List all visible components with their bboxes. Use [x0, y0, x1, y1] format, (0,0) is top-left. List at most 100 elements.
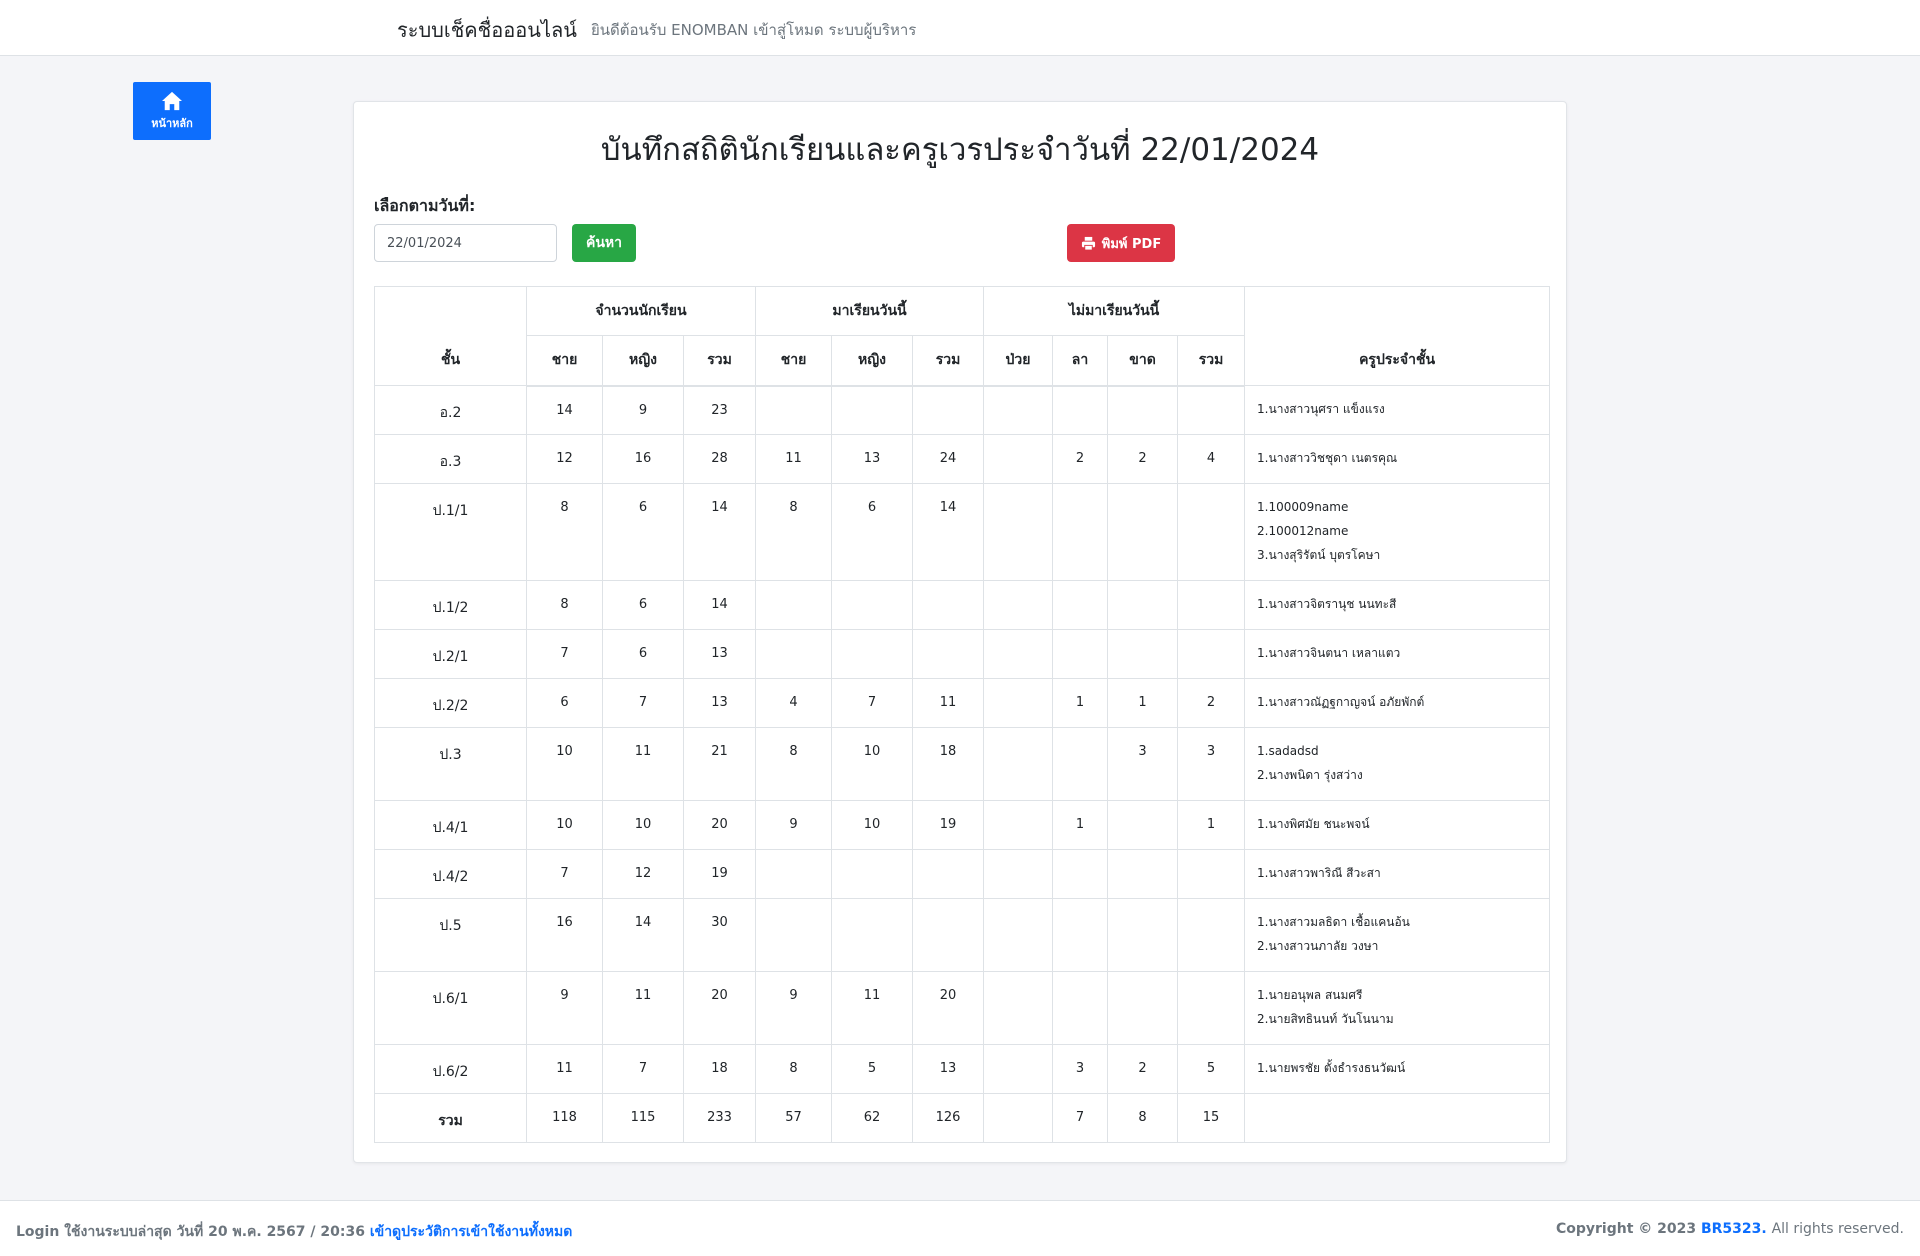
top-navbar: ระบบเช็คชื่อออนไลน์ ยินดีต้อนรับ ENOMBAN… [0, 0, 1920, 56]
cell-students-male: 10 [526, 800, 603, 850]
teacher-name: 1.นางสาวพาริณี สีวะสา [1257, 866, 1381, 880]
teacher-name: 1.นางพิศมัย ชนะพจน์ [1257, 817, 1370, 831]
printer-icon [1081, 236, 1095, 251]
teacher-name: 1.นายอนุพล สนมศรี [1257, 988, 1363, 1002]
cell-students-male: 14 [526, 385, 603, 435]
cell-teachers: 1.นางสาวจิตรานุช นนทะสี [1244, 580, 1551, 630]
cell-present-male: 4 [755, 678, 832, 728]
cell-absent-leave: 3 [1052, 1044, 1109, 1094]
teacher-name: 1.นางสาวจิตรานุช นนทะสี [1257, 597, 1397, 611]
rights-text: All rights reserved. [1771, 1221, 1904, 1237]
teacher-name: 3.นางสุริรัตน์ บุตรโคษา [1257, 548, 1381, 562]
cell-present-male: 8 [755, 727, 832, 801]
cell-absent-total [1177, 629, 1246, 679]
cell-absent-missing: 2 [1107, 1044, 1179, 1094]
teacher-name: 2.นายสิทธินนท์ วันโนนาม [1257, 1012, 1394, 1026]
total-present-female: 62 [831, 1093, 913, 1143]
cell-absent-total [1177, 849, 1246, 899]
table-row: ป.1/2 8 6 14 1.นางสาวจิตรานุช นนทะสี [374, 580, 1551, 630]
cell-students-male: 7 [526, 849, 603, 899]
cell-absent-total: 5 [1177, 1044, 1246, 1094]
cell-teachers: 1.นายพรชัย ตั้งธำรงธนวัฒน์ [1244, 1044, 1551, 1094]
header-absent-total: รวม [1177, 335, 1246, 387]
cell-present-female [831, 629, 913, 679]
table-row: อ.2 14 9 23 1.นางสาวนุศรา แข็งแรง [374, 385, 1551, 435]
cell-present-male: 11 [755, 434, 832, 484]
cell-present-female: 5 [831, 1044, 913, 1094]
table-row: ป.4/2 7 12 19 1.นางสาวพาริณี สีวะสา [374, 849, 1551, 899]
cell-students-total: 20 [683, 971, 756, 1045]
cell-absent-sick [983, 580, 1054, 630]
cell-present-total: 20 [911, 971, 985, 1045]
cell-teachers: 1.นางสาววิชชุดา เนตรคุณ [1244, 434, 1551, 484]
cell-present-male: 9 [755, 971, 832, 1045]
cell-students-male: 16 [526, 898, 603, 972]
cell-present-total [911, 898, 985, 972]
cell-students-total: 28 [683, 434, 756, 484]
login-history-link[interactable]: เข้าดูประวัติการเข้าใช้งานทั้งหมด [370, 1224, 572, 1240]
cell-present-female: 10 [831, 727, 913, 801]
cell-present-total [911, 385, 985, 435]
cell-class: อ.3 [374, 434, 527, 484]
cell-students-total: 13 [683, 629, 756, 679]
print-pdf-button[interactable]: พิมพ์ PDF [1067, 224, 1175, 262]
footer: Login ใช้งานระบบล่าสุด วันที่ 20 พ.ค. 25… [0, 1200, 1920, 1256]
cell-present-male [755, 629, 832, 679]
company-link[interactable]: BR5323. [1701, 1221, 1767, 1237]
cell-absent-sick [983, 678, 1054, 728]
cell-teachers: 1.นายอนุพล สนมศรี 2.นายสิทธินนท์ วันโนนาม [1244, 971, 1551, 1045]
teacher-name: 1.sadadsd [1257, 744, 1319, 758]
teacher-name: 1.นางสาวณัฏฐกาญจน์ อภัยพักต์ [1257, 695, 1425, 709]
cell-absent-total: 2 [1177, 678, 1246, 728]
search-button[interactable]: ค้นหา [572, 224, 636, 262]
cell-absent-total [1177, 580, 1246, 630]
brand-title[interactable]: ระบบเช็คชื่อออนไลน์ [397, 14, 577, 46]
cell-students-total: 18 [683, 1044, 756, 1094]
header-present-male: ชาย [755, 335, 832, 387]
cell-absent-total: 4 [1177, 434, 1246, 484]
cell-absent-sick [983, 727, 1054, 801]
header-students: จำนวนนักเรียน [526, 286, 756, 336]
date-input[interactable] [374, 224, 557, 262]
footer-copyright: Copyright © 2023 BR5323. All rights rese… [1556, 1221, 1904, 1237]
cell-absent-total [1177, 385, 1246, 435]
teacher-name: 2.นางสาวนภาลัย วงษา [1257, 939, 1379, 953]
cell-students-male: 8 [526, 483, 603, 581]
cell-absent-missing [1107, 629, 1179, 679]
cell-students-total: 21 [683, 727, 756, 801]
table-row: ป.4/1 10 10 20 9 10 19 1 1 1.นางพิศมัย ชนะพจน์ [374, 800, 1551, 850]
cell-class: ป.6/2 [374, 1044, 527, 1094]
cell-class: ป.2/2 [374, 678, 527, 728]
cell-absent-sick [983, 971, 1054, 1045]
cell-students-female: 16 [602, 434, 684, 484]
cell-absent-total [1177, 483, 1246, 581]
table-row: ป.5 16 14 30 1.นางสาวมลธิดา เชื้อแคนอ้น 2.นาง… [374, 898, 1551, 972]
cell-absent-total: 1 [1177, 800, 1246, 850]
cell-present-male: 8 [755, 1044, 832, 1094]
total-absent-sick [983, 1093, 1054, 1143]
total-absent-missing: 8 [1107, 1093, 1179, 1143]
cell-absent-leave: 2 [1052, 434, 1109, 484]
cell-present-total: 24 [911, 434, 985, 484]
home-button[interactable]: หน้าหลัก [133, 82, 211, 140]
cell-absent-sick [983, 800, 1054, 850]
cell-absent-leave [1052, 971, 1109, 1045]
welcome-text: ยินดีต้อนรับ ENOMBAN เข้าสู่โหมด ระบบผู้… [591, 21, 917, 39]
header-present: มาเรียนวันนี้ [754, 286, 985, 336]
cell-students-total: 19 [683, 849, 756, 899]
cell-present-total: 14 [911, 483, 985, 581]
header-absent: ไม่มาเรียนวันนี้ [983, 286, 1246, 336]
cell-present-male: 9 [755, 800, 832, 850]
cell-absent-missing [1107, 849, 1179, 899]
cell-present-total: 13 [911, 1044, 985, 1094]
teacher-name: 1.100009name [1257, 500, 1349, 514]
cell-students-female: 9 [602, 385, 684, 435]
header-absent-missing: ขาด [1107, 335, 1179, 387]
cell-students-total: 23 [683, 385, 756, 435]
cell-absent-leave: 1 [1052, 800, 1109, 850]
cell-students-total: 30 [683, 898, 756, 972]
last-login-text: Login ใช้งานระบบล่าสุด วันที่ 20 พ.ค. 25… [16, 1224, 365, 1240]
cell-present-male [755, 385, 832, 435]
total-present-total: 126 [911, 1093, 985, 1143]
cell-present-female: 10 [831, 800, 913, 850]
